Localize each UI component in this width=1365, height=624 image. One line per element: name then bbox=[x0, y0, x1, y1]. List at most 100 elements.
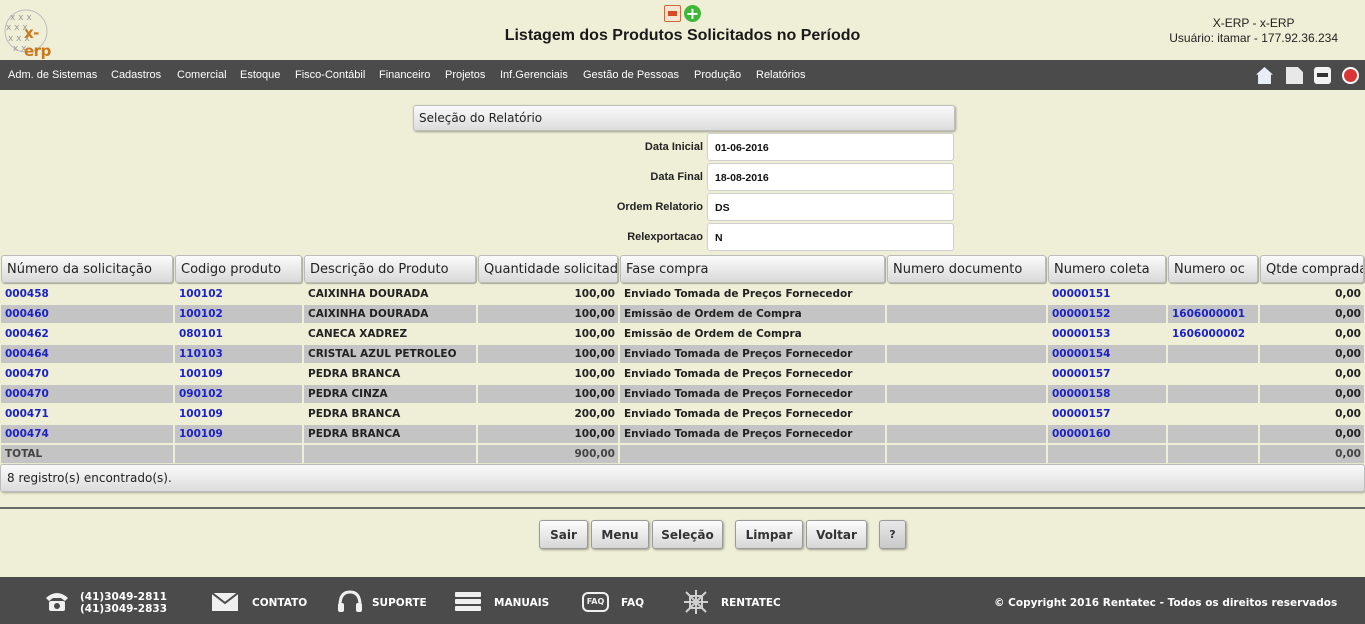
cell-fase-compra bbox=[620, 445, 885, 463]
cell-numero-oc bbox=[1168, 445, 1258, 463]
menu-item-gestao-pessoas[interactable]: Gestão de Pessoas bbox=[583, 69, 679, 81]
cell-numero-coleta[interactable]: 00000153 bbox=[1048, 325, 1166, 343]
ordem-relatorio-input[interactable]: DS bbox=[707, 193, 954, 221]
menu-item-comercial[interactable]: Comercial bbox=[177, 69, 227, 81]
cell-fase-compra: Emissão de Ordem de Compra bbox=[620, 305, 885, 323]
sair-button[interactable]: Sair bbox=[539, 520, 588, 549]
cell-numero-oc[interactable] bbox=[1168, 385, 1258, 403]
cell-codigo-produto[interactable]: 110103 bbox=[175, 345, 302, 363]
cell-numero-oc[interactable] bbox=[1168, 285, 1258, 303]
menu-item-estoque[interactable]: Estoque bbox=[240, 69, 280, 81]
cell-quantidade-solicitada: 100,00 bbox=[478, 365, 618, 383]
cell-numero-documento bbox=[887, 365, 1046, 383]
cell-numero-oc[interactable] bbox=[1168, 345, 1258, 363]
col-header-numero-solicitacao[interactable]: Número da solicitação bbox=[1, 255, 173, 283]
cell-numero-coleta[interactable]: 00000152 bbox=[1048, 305, 1166, 323]
cell-numero-solicitacao[interactable]: 000471 bbox=[1, 405, 173, 423]
limpar-button[interactable]: Limpar bbox=[735, 520, 803, 549]
table-row: 000458 100102 CAIXINHA DOURADA 100,00 Enviad… bbox=[0, 284, 1365, 304]
add-icon[interactable]: + bbox=[684, 5, 701, 22]
menu-button[interactable]: Menu bbox=[591, 520, 649, 549]
document-icon[interactable] bbox=[1286, 67, 1303, 84]
menu-item-fisco-contabil[interactable]: Fisco-Contábil bbox=[295, 69, 365, 81]
menu-item-projetos[interactable]: Projetos bbox=[445, 69, 485, 81]
cell-numero-solicitacao[interactable]: 000474 bbox=[1, 425, 173, 443]
cell-numero-oc[interactable]: 1606000001 bbox=[1168, 305, 1258, 323]
col-header-codigo-produto[interactable]: Codigo produto bbox=[175, 255, 302, 283]
mail-icon bbox=[212, 593, 238, 611]
help-button[interactable]: ? bbox=[879, 520, 906, 549]
cell-numero-solicitacao[interactable]: 000464 bbox=[1, 345, 173, 363]
main-menu-bar: Adm. de Sistemas Cadastros Comercial Est… bbox=[0, 60, 1365, 90]
footer-link-suporte[interactable]: SUPORTE bbox=[372, 597, 427, 609]
svg-text:x x x: x x x bbox=[10, 13, 32, 23]
voltar-button[interactable]: Voltar bbox=[806, 520, 867, 549]
cell-numero-solicitacao[interactable]: 000470 bbox=[1, 385, 173, 403]
cell-numero-oc[interactable] bbox=[1168, 365, 1258, 383]
report-icon[interactable] bbox=[664, 5, 681, 22]
menu-item-relatorios[interactable]: Relatórios bbox=[756, 69, 806, 81]
cell-numero-coleta[interactable]: 00000158 bbox=[1048, 385, 1166, 403]
cell-numero-documento bbox=[887, 405, 1046, 423]
cell-codigo-produto[interactable]: 100109 bbox=[175, 405, 302, 423]
table-header: Número da solicitação Codigo produto Des… bbox=[0, 255, 1365, 283]
menu-item-cadastros[interactable]: Cadastros bbox=[111, 69, 161, 81]
cell-numero-documento bbox=[887, 385, 1046, 403]
col-header-fase-compra[interactable]: Fase compra bbox=[620, 255, 885, 283]
cell-qtde-comprada: 0,00 bbox=[1260, 365, 1364, 383]
cell-descricao-produto: PEDRA CINZA bbox=[304, 385, 476, 403]
menu-item-inf-gerenciais[interactable]: Inf.Gerenciais bbox=[500, 69, 568, 81]
cell-codigo-produto[interactable]: 100102 bbox=[175, 285, 302, 303]
cell-qtde-comprada: 0,00 bbox=[1260, 405, 1364, 423]
footer-link-manuais[interactable]: MANUAIS bbox=[494, 597, 549, 609]
footer-link-contato[interactable]: CONTATO bbox=[252, 597, 307, 609]
cell-numero-coleta[interactable]: 00000160 bbox=[1048, 425, 1166, 443]
menu-item-adm-sistemas[interactable]: Adm. de Sistemas bbox=[8, 69, 97, 81]
phone-1: (41)3049-2811 bbox=[80, 591, 168, 603]
cell-numero-coleta[interactable]: 00000157 bbox=[1048, 405, 1166, 423]
print-icon[interactable] bbox=[1314, 67, 1331, 84]
col-header-numero-oc[interactable]: Numero oc bbox=[1168, 255, 1258, 283]
cell-numero-oc[interactable] bbox=[1168, 425, 1258, 443]
relexportacao-input[interactable]: N bbox=[707, 223, 954, 251]
cell-numero-solicitacao[interactable]: 000458 bbox=[1, 285, 173, 303]
cell-numero-oc[interactable] bbox=[1168, 405, 1258, 423]
col-header-descricao-produto[interactable]: Descrição do Produto bbox=[304, 255, 476, 283]
cell-numero-solicitacao: TOTAL bbox=[1, 445, 173, 463]
selecao-button[interactable]: Seleção bbox=[652, 520, 723, 549]
cell-descricao-produto: CAIXINHA DOURADA bbox=[304, 285, 476, 303]
cell-numero-coleta[interactable]: 00000151 bbox=[1048, 285, 1166, 303]
footer-link-faq[interactable]: FAQ bbox=[621, 597, 644, 609]
cell-numero-solicitacao[interactable]: 000470 bbox=[1, 365, 173, 383]
cell-qtde-comprada: 0,00 bbox=[1260, 305, 1364, 323]
col-header-quantidade-solicitada[interactable]: Quantidade solicitada bbox=[478, 255, 618, 283]
cell-codigo-produto[interactable]: 100102 bbox=[175, 305, 302, 323]
power-icon[interactable] bbox=[1342, 67, 1359, 84]
cell-numero-coleta[interactable]: 00000157 bbox=[1048, 365, 1166, 383]
menu-item-producao[interactable]: Produção bbox=[694, 69, 741, 81]
cell-numero-coleta[interactable]: 00000154 bbox=[1048, 345, 1166, 363]
relexportacao-label: Relexportacao bbox=[627, 231, 703, 243]
footer-link-rentatec[interactable]: RENTATEC bbox=[721, 597, 781, 609]
cell-numero-solicitacao[interactable]: 000460 bbox=[1, 305, 173, 323]
cell-numero-solicitacao[interactable]: 000462 bbox=[1, 325, 173, 343]
col-header-qtde-comprada[interactable]: Qtde comprada bbox=[1260, 255, 1364, 283]
table-total-row: TOTAL 900,00 0,00 bbox=[0, 444, 1365, 464]
cell-numero-documento bbox=[887, 305, 1046, 323]
col-header-numero-coleta[interactable]: Numero coleta bbox=[1048, 255, 1166, 283]
data-inicial-input[interactable]: 01-06-2016 bbox=[707, 133, 954, 161]
data-final-label: Data Final bbox=[650, 171, 703, 183]
table-row: 000470 100109 PEDRA BRANCA 100,00 Enviado To… bbox=[0, 364, 1365, 384]
cell-codigo-produto[interactable]: 100109 bbox=[175, 425, 302, 443]
data-final-input[interactable]: 18-08-2016 bbox=[707, 163, 954, 191]
cell-codigo-produto[interactable]: 100109 bbox=[175, 365, 302, 383]
top-action-icons: + bbox=[664, 5, 701, 22]
cell-codigo-produto[interactable]: 080101 bbox=[175, 325, 302, 343]
cell-descricao-produto: CAIXINHA DOURADA bbox=[304, 305, 476, 323]
cell-numero-oc[interactable]: 1606000002 bbox=[1168, 325, 1258, 343]
col-header-numero-documento[interactable]: Numero documento bbox=[887, 255, 1046, 283]
rentatec-logo-icon bbox=[684, 590, 708, 614]
cell-codigo-produto[interactable]: 090102 bbox=[175, 385, 302, 403]
divider bbox=[0, 507, 1365, 509]
menu-item-financeiro[interactable]: Financeiro bbox=[379, 69, 430, 81]
